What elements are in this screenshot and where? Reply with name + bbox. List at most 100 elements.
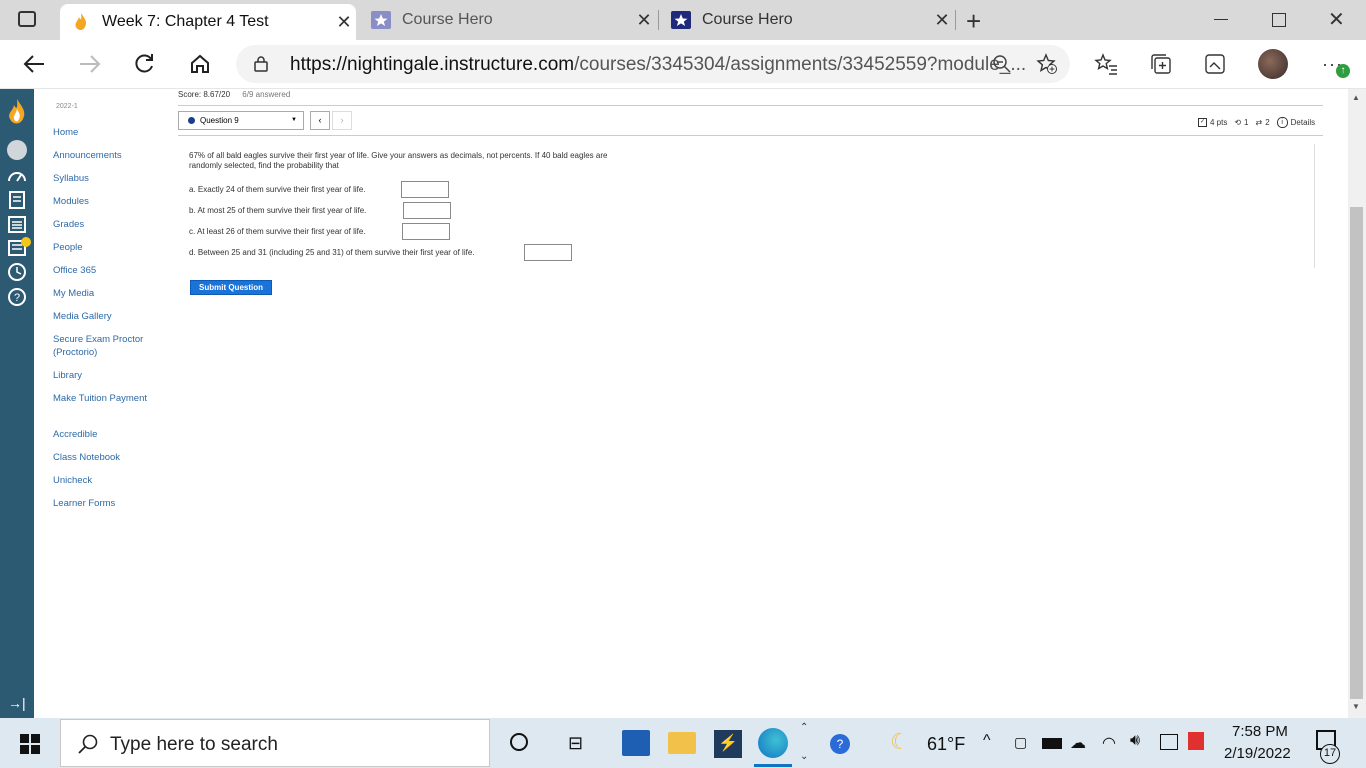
score-text: Score: 8.67/20 6/9 answered <box>178 90 290 99</box>
help-icon[interactable]: ? <box>7 287 27 307</box>
close-tab-icon[interactable]: ✕ <box>332 12 356 33</box>
tab-actions-icon[interactable] <box>18 11 36 27</box>
refresh-icon[interactable] <box>124 40 164 88</box>
page-scrollbar[interactable]: ▲ ▼ <box>1348 89 1366 718</box>
forward-icon[interactable] <box>70 40 110 88</box>
clock-date[interactable]: 2/19/2022 <box>1224 745 1291 762</box>
part-a-input[interactable] <box>401 181 449 198</box>
nav-media-gallery[interactable]: Media Gallery <box>53 310 163 323</box>
part-b-label: b. At most 25 of them survive their firs… <box>189 206 367 215</box>
nav-syllabus[interactable]: Syllabus <box>53 172 163 185</box>
part-b-input[interactable] <box>403 202 451 219</box>
nav-my-media[interactable]: My Media <box>53 287 163 300</box>
submit-question-button[interactable]: Submit Question <box>190 280 272 295</box>
browser-toolbar: https://nightingale.instructure.com/cour… <box>0 40 1366 89</box>
overflow-up-icon[interactable]: ⌃ <box>800 722 808 733</box>
nav-accredible[interactable]: Accredible <box>53 428 163 441</box>
onedrive-icon[interactable]: ☁ <box>1070 733 1086 753</box>
add-favorite-icon[interactable] <box>1036 53 1058 80</box>
close-tab-icon[interactable]: ✕ <box>632 10 656 31</box>
help-app-icon[interactable]: ? <box>830 734 850 754</box>
zoom-icon[interactable] <box>992 54 1012 79</box>
windows-start-icon[interactable] <box>20 734 40 754</box>
new-tab-icon[interactable]: + <box>966 6 981 37</box>
part-c-label: c. At least 26 of them survive their fir… <box>189 227 366 236</box>
clock-time[interactable]: 7:58 PM <box>1232 723 1288 740</box>
scroll-thumb[interactable] <box>1350 207 1363 699</box>
tab-course-hero-2[interactable]: Course Hero ✕ <box>660 0 954 40</box>
calendar-icon[interactable] <box>7 214 27 234</box>
nav-announcements[interactable]: Announcements <box>53 149 163 162</box>
details-link[interactable]: Details <box>1291 118 1315 127</box>
collections-icon[interactable] <box>1150 53 1172 80</box>
file-explorer-icon[interactable] <box>668 732 696 754</box>
url-host: https://nightingale.instructure.com <box>290 54 575 75</box>
nav-library[interactable]: Library <box>53 369 163 382</box>
keyboard-icon[interactable] <box>1160 734 1178 750</box>
points-value: 4 pts <box>1210 118 1228 127</box>
meet-now-icon[interactable]: ▢ <box>1014 734 1027 751</box>
wifi-icon[interactable]: ◠ <box>1102 733 1116 753</box>
edge-icon[interactable] <box>758 728 788 758</box>
overflow-down-icon[interactable]: ⌄ <box>800 751 808 762</box>
nav-class-notebook[interactable]: Class Notebook <box>53 451 163 464</box>
dashboard-icon[interactable] <box>7 167 27 187</box>
nav-learner-forms[interactable]: Learner Forms <box>53 497 163 510</box>
back-icon[interactable] <box>14 40 54 88</box>
nav-grades[interactable]: Grades <box>53 218 163 231</box>
question-divider <box>178 135 1323 136</box>
question-select[interactable]: Question 9 ▼ <box>178 111 304 130</box>
close-tab-icon[interactable]: ✕ <box>930 10 954 31</box>
scroll-down-icon[interactable]: ▼ <box>1352 702 1360 711</box>
answered-count: 6/9 answered <box>242 90 291 99</box>
prev-question-button[interactable]: ‹ <box>310 111 330 130</box>
part-c-input[interactable] <box>402 223 450 240</box>
minimize-icon[interactable] <box>1214 19 1228 20</box>
info-icon[interactable]: i <box>1276 117 1288 128</box>
favorites-icon[interactable] <box>1094 53 1118 80</box>
screenshot-icon[interactable] <box>1204 53 1226 80</box>
nav-office-365[interactable]: Office 365 <box>53 264 163 277</box>
task-view-icon[interactable]: ⊟ <box>568 733 583 754</box>
cortana-icon[interactable] <box>510 733 528 751</box>
tab-course-hero-1[interactable]: Course Hero ✕ <box>360 0 656 40</box>
svg-text:?: ? <box>14 292 20 304</box>
attempts-count: 2 <box>1265 118 1270 127</box>
address-bar[interactable]: https://nightingale.instructure.com/cour… <box>236 45 1070 83</box>
show-hidden-icons[interactable]: ^ <box>983 732 991 750</box>
course-hero-icon <box>370 11 392 29</box>
tab-divider <box>955 10 956 30</box>
question-meta: ✓ 4 pts ⟲ 1 ⇄ 2 i Details <box>1198 117 1315 128</box>
course-hero-icon <box>670 11 692 29</box>
courses-icon[interactable] <box>7 190 27 210</box>
url-text[interactable]: https://nightingale.instructure.com/cour… <box>290 54 1026 76</box>
volume-icon[interactable]: 🔊︎ <box>1130 732 1140 750</box>
close-window-icon[interactable]: ✕ <box>1328 7 1345 32</box>
history-icon[interactable] <box>7 262 27 282</box>
moon-weather-icon[interactable]: ☾ <box>890 729 910 755</box>
battery-icon[interactable] <box>1042 738 1062 749</box>
scroll-up-icon[interactable]: ▲ <box>1352 93 1360 102</box>
canvas-logo-icon[interactable] <box>7 99 27 124</box>
nav-proctorio[interactable]: Secure Exam Proctor (Proctorio) <box>53 333 163 359</box>
profile-avatar[interactable] <box>1258 49 1288 79</box>
lock-icon[interactable] <box>254 56 268 72</box>
nav-modules[interactable]: Modules <box>53 195 163 208</box>
next-question-button[interactable]: › <box>332 111 352 130</box>
tab-title: Course Hero <box>402 11 493 28</box>
tab-week7-test[interactable]: Week 7: Chapter 4 Test ✕ <box>60 4 356 40</box>
nav-people[interactable]: People <box>53 241 163 254</box>
account-avatar-icon[interactable] <box>7 140 27 160</box>
security-alert-icon[interactable] <box>1188 732 1204 750</box>
store-icon[interactable] <box>622 730 650 756</box>
nav-home[interactable]: Home <box>53 126 163 139</box>
weather-temp[interactable]: 61°F <box>927 734 965 755</box>
nav-unicheck[interactable]: Unicheck <box>53 474 163 487</box>
visual-studio-icon[interactable]: ⚡ <box>714 730 742 758</box>
part-d-input[interactable] <box>524 244 572 261</box>
collapse-nav-icon[interactable]: →| <box>8 695 26 711</box>
restore-icon[interactable] <box>1272 13 1286 27</box>
taskbar-search[interactable]: Type here to search <box>60 719 490 767</box>
nav-tuition[interactable]: Make Tuition Payment <box>53 392 163 405</box>
home-icon[interactable] <box>180 40 220 88</box>
